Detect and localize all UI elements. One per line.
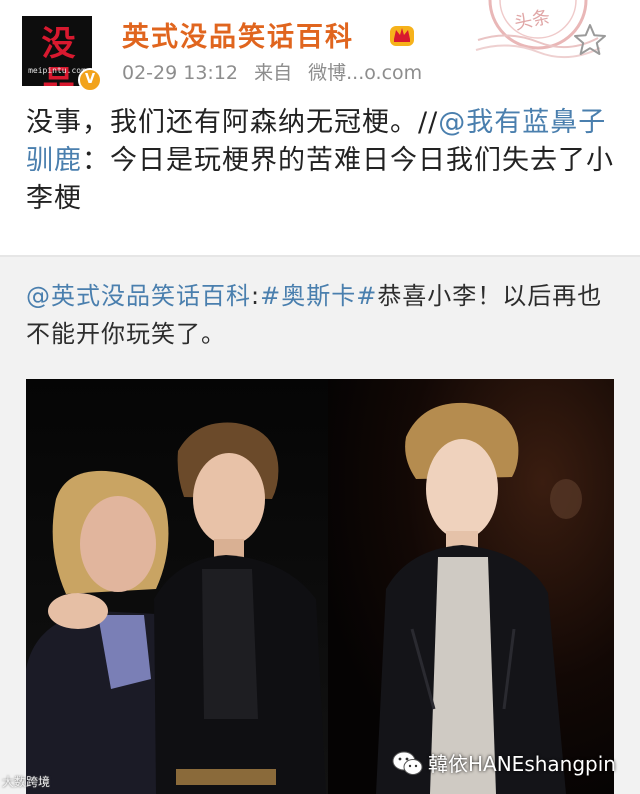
retweet-colon: :	[251, 282, 261, 310]
retweet-mention-link[interactable]: @英式没品笑话百科	[26, 282, 251, 310]
post-text: 没事，我们还有阿森纳无冠梗。//@我有蓝鼻子驯鹿：今日是玩梗界的苦难日今日我们失…	[26, 104, 626, 218]
hashtag-link[interactable]: #奥斯卡#	[260, 282, 377, 310]
retweet-text: @英式没品笑话百科:#奥斯卡#恭喜小李！以后再也不能开你玩笑了。	[26, 277, 626, 353]
retweet-photo[interactable]	[26, 379, 614, 794]
wechat-icon	[392, 751, 423, 775]
watermark-left: 大数跨境	[2, 775, 51, 789]
post-source-prefix: 来自	[254, 62, 293, 84]
post-text-continued: ：今日是玩梗界的苦难日今日我们失去了小李梗	[26, 145, 614, 214]
post-source[interactable]: 微博...o.com	[308, 62, 422, 84]
verified-icon: V	[78, 68, 102, 92]
watermark-right-text: 韓依HANEshangpin	[428, 752, 616, 776]
crown-icon	[390, 26, 414, 46]
post-timestamp: 02-29 13:12	[122, 62, 239, 84]
post-text-main: 没事，我们还有阿森纳无冠梗。//	[26, 107, 439, 138]
username[interactable]: 英式没品笑话百科	[122, 15, 354, 54]
post-meta: 02-29 13:12 来自 微博...o.com	[122, 58, 432, 85]
post-header: 没品 meipintu.com V 英式没品笑话百科 02-29 13:12 来…	[0, 0, 640, 92]
avatar-logo: 没品	[41, 24, 76, 86]
star-icon[interactable]	[572, 22, 608, 58]
photo-illustration	[26, 379, 614, 794]
